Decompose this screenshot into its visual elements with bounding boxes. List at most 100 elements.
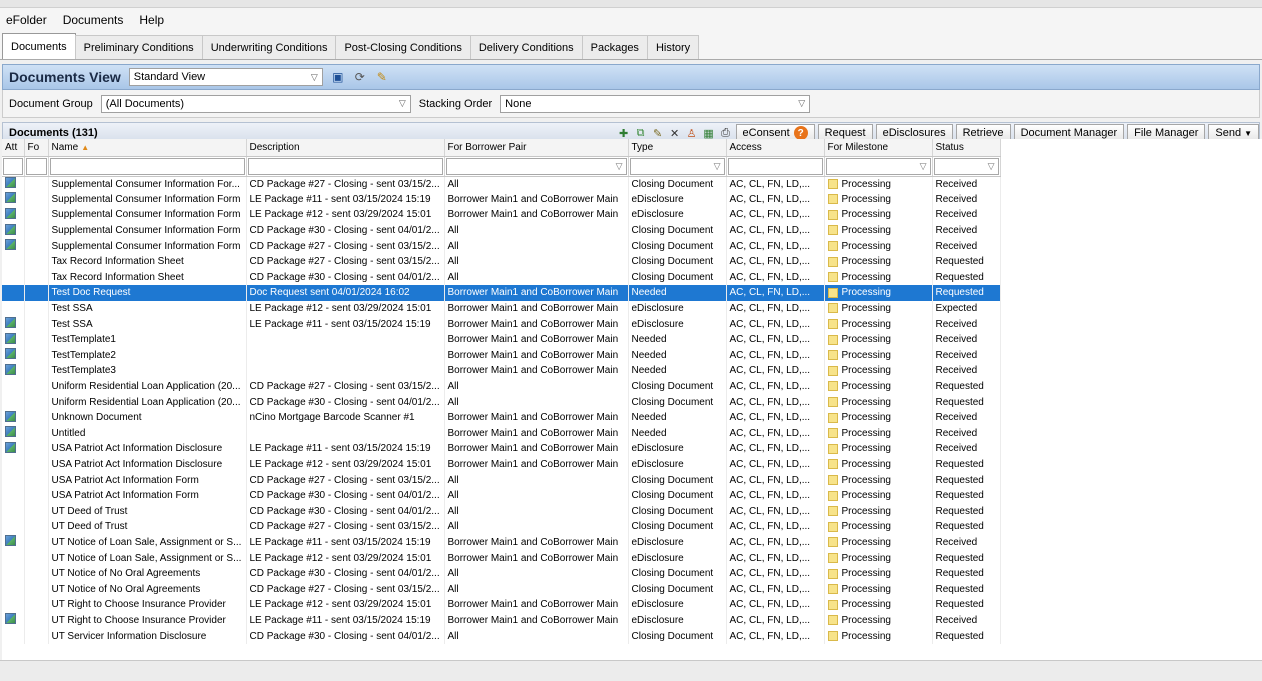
name-filter[interactable] [49, 157, 245, 175]
att-cell[interactable] [2, 207, 25, 223]
assign-user-icon[interactable]: ♙ [685, 126, 699, 140]
fo-filter[interactable] [25, 157, 47, 175]
add-document-icon[interactable]: ✚ [617, 126, 631, 140]
col-name[interactable]: Name ▲ [48, 139, 247, 157]
table-row[interactable]: Supplemental Consumer Information Form LE… [2, 191, 1001, 208]
type-filter[interactable]: ▽ [629, 157, 725, 175]
col-status[interactable]: Status [932, 139, 1001, 157]
attachment-icon[interactable] [5, 177, 16, 189]
table-row[interactable]: Untitled Borrower Main1 and CoBorrower Ma… [2, 425, 1001, 442]
att-cell[interactable] [2, 441, 25, 457]
table-row[interactable]: Unknown Document nCino Mortgage Barcode S… [2, 409, 1001, 426]
att-cell[interactable] [2, 238, 25, 254]
table-row[interactable]: UT Right to Choose Insurance Provider LE … [2, 612, 1001, 629]
table-row[interactable]: UT Right to Choose Insurance Provider LE … [2, 597, 1001, 613]
att-cell[interactable] [2, 316, 25, 332]
att-cell[interactable] [2, 253, 25, 270]
table-row[interactable]: Tax Record Information Sheet CD Package #… [2, 269, 1001, 286]
table-row[interactable]: Test SSA LE Package #12 - sent 03/29/2024… [2, 300, 1001, 317]
table-row[interactable]: USA Patriot Act Information Disclosure LE… [2, 441, 1001, 457]
att-cell[interactable] [2, 285, 25, 301]
att-cell[interactable] [2, 176, 25, 192]
attachment-icon[interactable] [5, 317, 16, 329]
attachment-icon[interactable] [5, 332, 16, 344]
tab-delivery-conditions[interactable]: Delivery Conditions [469, 35, 583, 59]
menu-efolder[interactable]: eFolder [6, 13, 47, 27]
duplicate-document-icon[interactable]: ⧉ [634, 126, 648, 140]
menu-help[interactable]: Help [139, 13, 164, 27]
attachment-icon[interactable] [5, 348, 16, 360]
edit-document-icon[interactable]: ✎ [651, 126, 665, 140]
tab-packages[interactable]: Packages [581, 35, 648, 59]
att-filter[interactable] [3, 157, 23, 175]
att-cell[interactable] [2, 363, 25, 379]
att-cell[interactable] [2, 487, 25, 504]
att-cell[interactable] [2, 472, 25, 488]
table-row[interactable]: Tax Record Information Sheet CD Package #… [2, 253, 1001, 270]
att-cell[interactable] [2, 519, 25, 535]
attachment-icon[interactable] [5, 223, 16, 235]
att-cell[interactable] [2, 191, 25, 208]
col-type[interactable]: Type [628, 139, 727, 157]
attachment-icon[interactable] [5, 239, 16, 251]
att-cell[interactable] [2, 378, 25, 395]
table-row[interactable]: UT Deed of Trust CD Package #30 - Closing… [2, 503, 1001, 520]
attachment-icon[interactable] [5, 363, 16, 375]
att-cell[interactable] [2, 597, 25, 613]
edit-view-icon[interactable]: ✎ [375, 70, 389, 84]
reset-view-icon[interactable]: ⟳ [353, 70, 367, 84]
delete-icon[interactable]: ✕ [668, 126, 682, 140]
attachment-icon[interactable] [5, 441, 16, 453]
att-cell[interactable] [2, 534, 25, 551]
attachment-icon[interactable] [5, 535, 16, 547]
table-row[interactable]: UT Notice of Loan Sale, Assignment or S.… [2, 534, 1001, 551]
att-cell[interactable] [2, 456, 25, 473]
att-cell[interactable] [2, 503, 25, 520]
attachment-icon[interactable] [5, 410, 16, 422]
att-cell[interactable] [2, 628, 25, 644]
table-row[interactable]: Uniform Residential Loan Application (20… [2, 378, 1001, 395]
attachment-icon[interactable] [5, 426, 16, 438]
table-row[interactable]: Test SSA LE Package #11 - sent 03/15/2024… [2, 316, 1001, 332]
help-icon[interactable]: ? [793, 126, 808, 140]
att-cell[interactable] [2, 394, 25, 410]
table-row[interactable]: TestTemplate2 Borrower Main1 and CoBorrow… [2, 347, 1001, 364]
att-cell[interactable] [2, 222, 25, 239]
attachment-icon[interactable] [5, 613, 16, 625]
att-cell[interactable] [2, 331, 25, 348]
col-att[interactable]: Att [2, 139, 25, 157]
col-fo[interactable]: Fo [24, 139, 49, 157]
att-cell[interactable] [2, 612, 25, 629]
table-row[interactable]: Test Doc Request Doc Request sent 04/01/2… [2, 285, 1001, 301]
table-row[interactable]: Supplemental Consumer Information Form LE… [2, 207, 1001, 223]
table-row[interactable]: TestTemplate1 Borrower Main1 and CoBorrow… [2, 331, 1001, 348]
table-row[interactable]: Supplemental Consumer Information Form CD… [2, 238, 1001, 254]
tab-preliminary-conditions[interactable]: Preliminary Conditions [74, 35, 203, 59]
col-borrower-pair[interactable]: For Borrower Pair [444, 139, 629, 157]
tab-post-closing-conditions[interactable]: Post-Closing Conditions [335, 35, 471, 59]
table-row[interactable]: USA Patriot Act Information Form CD Packa… [2, 472, 1001, 488]
attachment-icon[interactable] [5, 207, 16, 219]
tab-underwriting-conditions[interactable]: Underwriting Conditions [201, 35, 337, 59]
tab-history[interactable]: History [646, 35, 700, 59]
save-view-icon[interactable]: ▣ [331, 70, 345, 84]
table-row[interactable]: TestTemplate3 Borrower Main1 and CoBorrow… [2, 363, 1001, 379]
att-cell[interactable] [2, 550, 25, 566]
att-cell[interactable] [2, 565, 25, 582]
print-icon[interactable]: ⎙ [719, 126, 733, 140]
att-cell[interactable] [2, 581, 25, 598]
stacking-order-select[interactable]: None ▽ [500, 94, 811, 113]
export-icon[interactable]: ▦ [702, 126, 716, 140]
attachment-icon[interactable] [5, 192, 16, 204]
table-row[interactable]: Supplemental Consumer Information Form CD… [2, 222, 1001, 239]
access-filter[interactable] [727, 157, 823, 175]
table-row[interactable]: UT Notice of Loan Sale, Assignment or S.… [2, 550, 1001, 566]
col-description[interactable]: Description [246, 139, 445, 157]
status-filter[interactable]: ▽ [933, 157, 999, 175]
view-select[interactable]: Standard View ▽ [128, 68, 323, 86]
tab-documents[interactable]: Documents [2, 33, 76, 59]
att-cell[interactable] [2, 425, 25, 442]
att-cell[interactable] [2, 269, 25, 286]
table-row[interactable]: UT Notice of No Oral Agreements CD Packag… [2, 581, 1001, 598]
menu-documents[interactable]: Documents [63, 13, 124, 27]
